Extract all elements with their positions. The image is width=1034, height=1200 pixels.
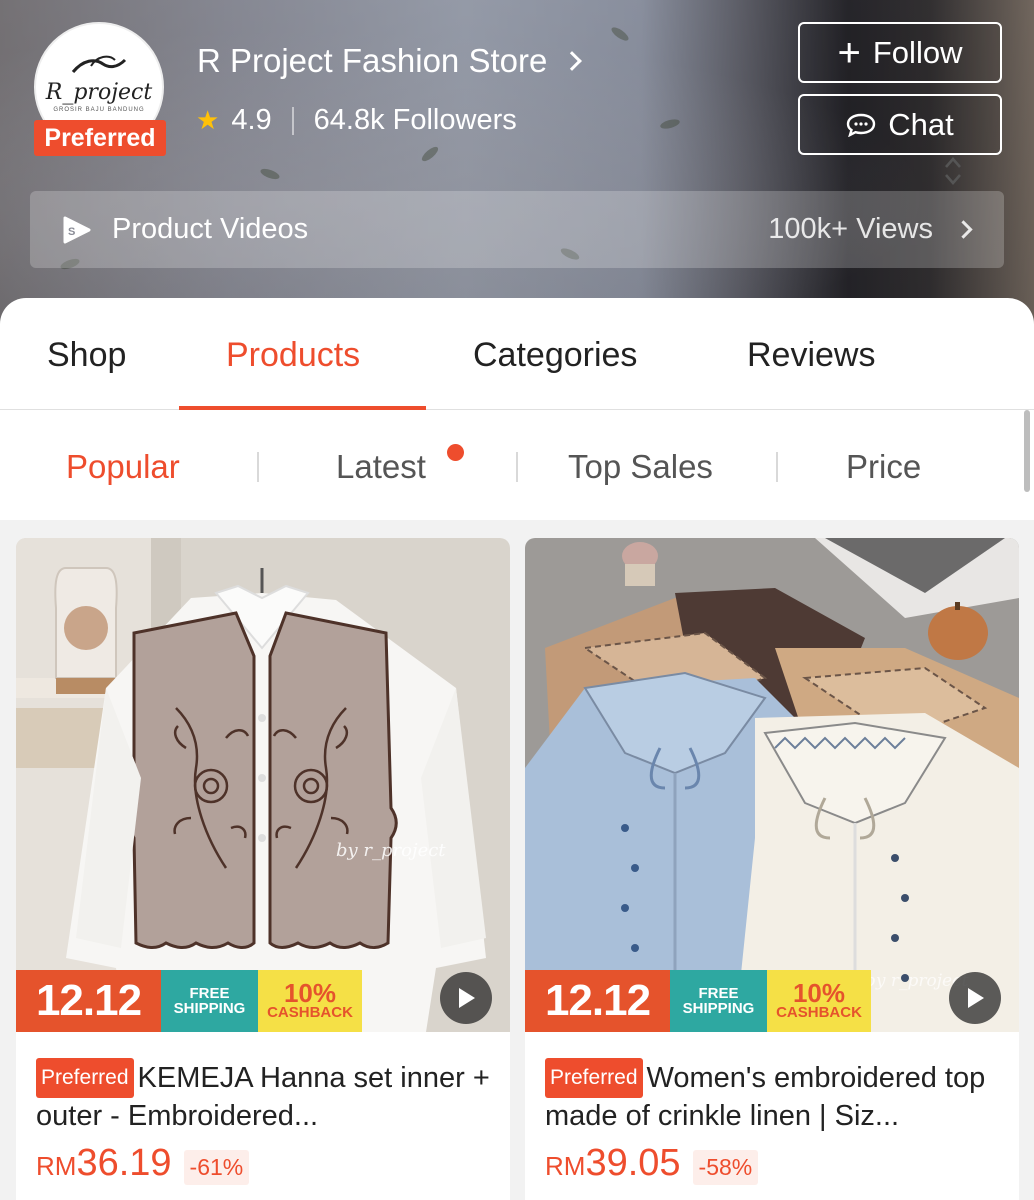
sort-arrows-icon[interactable]	[943, 154, 963, 188]
tab-reviews[interactable]: Reviews	[747, 336, 875, 375]
fabric-pattern	[609, 24, 631, 44]
promo-cashback: 10% CASHBACK	[258, 970, 362, 1032]
store-logo[interactable]: R_project GROSIR BAJU BANDUNG Preferred	[34, 22, 166, 156]
product-info: Preferred Women's embroidered top made of…	[525, 1032, 1019, 1185]
product-card[interactable]: by r_project 12.12 FREE SHIPPING 10% CASH…	[525, 538, 1019, 1200]
svg-text:S: S	[68, 226, 75, 238]
play-icon	[968, 988, 984, 1008]
product-image: by r_project 12.12 FREE SHIPPING 10% CASH…	[525, 538, 1019, 1032]
tab-bar: Shop Products Categories Reviews	[0, 298, 1034, 410]
videos-views: 100k+ Views	[768, 213, 933, 245]
promo-banner: 12.12 FREE SHIPPING 10% CASHBACK	[525, 970, 871, 1032]
preferred-badge: Preferred	[545, 1058, 643, 1098]
discount-badge: -61%	[183, 1150, 250, 1185]
play-video-button[interactable]	[949, 972, 1001, 1024]
promo-free-shipping: FREE SHIPPING	[670, 970, 767, 1032]
new-indicator-dot	[447, 444, 464, 461]
store-rating: 4.9	[231, 104, 272, 136]
tab-categories[interactable]: Categories	[473, 336, 637, 375]
fabric-pattern	[419, 144, 441, 164]
star-icon: ★	[196, 105, 220, 135]
sort-divider	[516, 452, 518, 482]
discount-badge: -58%	[692, 1150, 759, 1185]
price-row: RM 39.05 -58%	[545, 1142, 999, 1185]
chat-icon	[847, 113, 876, 137]
stats-divider	[291, 106, 294, 135]
chat-label: Chat	[888, 106, 954, 142]
product-title[interactable]: Preferred Women's embroidered top made of…	[545, 1058, 999, 1132]
product-title[interactable]: Preferred KEMEJA Hanna set inner + outer …	[36, 1058, 490, 1132]
promo-free-shipping: FREE SHIPPING	[161, 970, 258, 1032]
logo-wave-icon	[71, 55, 127, 73]
product-price: 36.19	[76, 1142, 172, 1184]
logo-text: R_project	[45, 79, 153, 105]
fabric-pattern	[259, 166, 281, 182]
product-photo-blouses: by r_project	[525, 538, 1019, 1032]
cashback-percent: 10%	[283, 978, 337, 1008]
free-shipping-line2: SHIPPING	[682, 1000, 755, 1017]
price-currency: RM	[36, 1151, 77, 1181]
fabric-pattern	[659, 117, 681, 131]
play-video-button[interactable]	[440, 972, 492, 1024]
watermark: by r_project	[336, 840, 446, 861]
shop-panel: Shop Products Categories Reviews Popular…	[0, 298, 1034, 520]
videos-label: Product Videos	[112, 213, 309, 245]
promo-sale-label: 12.12	[525, 970, 670, 1032]
follow-button[interactable]: + Follow	[798, 22, 1002, 83]
play-icon	[459, 988, 475, 1008]
promo-cashback: 10% CASHBACK	[767, 970, 871, 1032]
price-row: RM 36.19 -61%	[36, 1142, 490, 1185]
follow-label: Follow	[872, 34, 963, 70]
cashback-label: CASHBACK	[267, 1004, 353, 1021]
promo-banner: 12.12 FREE SHIPPING 10% CASHBACK	[16, 970, 362, 1032]
promo-sale-label: 12.12	[16, 970, 161, 1032]
sort-bar: Popular Latest Top Sales Price	[0, 410, 1034, 520]
free-shipping-line1: FREE	[698, 985, 739, 1002]
chat-button[interactable]: Chat	[798, 94, 1002, 155]
store-followers: 64.8k Followers	[313, 104, 517, 136]
store-name-link[interactable]: R Project Fashion Store	[197, 42, 583, 80]
tab-shop[interactable]: Shop	[47, 336, 126, 375]
product-info: Preferred KEMEJA Hanna set inner + outer …	[16, 1032, 510, 1185]
sort-top-sales[interactable]: Top Sales	[568, 448, 713, 486]
product-videos-bar[interactable]: S Product Videos 100k+ Views	[30, 191, 1004, 268]
sort-price[interactable]: Price	[846, 448, 921, 486]
store-name: R Project Fashion Store	[197, 42, 548, 79]
free-shipping-line1: FREE	[189, 985, 230, 1002]
product-photo-vest: by r_project	[16, 538, 510, 1032]
sort-popular[interactable]: Popular	[66, 448, 180, 486]
scrollbar[interactable]	[1024, 410, 1030, 492]
store-stats: ★ 4.9 64.8k Followers	[196, 104, 517, 137]
product-card[interactable]: by r_project 12.12 FREE SHIPPING 10% CASH…	[16, 538, 510, 1200]
cashback-percent: 10%	[792, 978, 846, 1008]
preferred-badge: Preferred	[34, 120, 166, 156]
shopee-video-icon: S	[63, 216, 91, 243]
sort-divider	[776, 452, 778, 482]
tab-products[interactable]: Products	[226, 336, 360, 375]
free-shipping-line2: SHIPPING	[173, 1000, 246, 1017]
chevron-right-icon	[562, 51, 583, 71]
sort-divider	[257, 452, 259, 482]
chevron-right-icon	[954, 220, 973, 239]
logo-subtext: GROSIR BAJU BANDUNG	[53, 106, 145, 113]
product-image: by r_project 12.12 FREE SHIPPING 10% CASH…	[16, 538, 510, 1032]
cashback-label: CASHBACK	[776, 1004, 862, 1021]
sort-latest[interactable]: Latest	[336, 448, 426, 486]
price-currency: RM	[545, 1151, 586, 1181]
product-price: 39.05	[585, 1142, 681, 1184]
store-header: R_project GROSIR BAJU BANDUNG Preferred …	[0, 0, 1034, 330]
plus-icon: +	[837, 30, 861, 75]
preferred-badge: Preferred	[36, 1058, 134, 1098]
